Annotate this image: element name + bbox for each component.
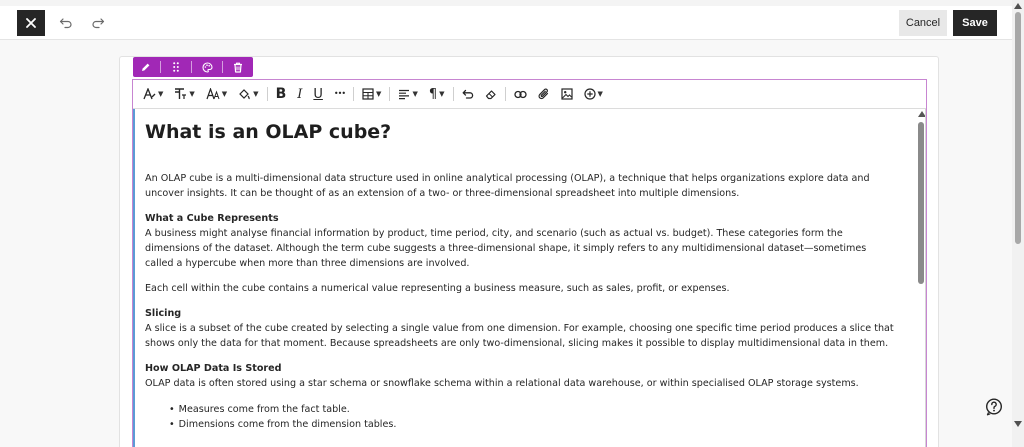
page-scrollbar[interactable] xyxy=(1012,0,1024,447)
text-style-dropdown[interactable]: ▼ xyxy=(139,83,167,105)
section-paragraph: OLAP data is often stored using a star s… xyxy=(145,378,859,389)
eraser-icon xyxy=(485,89,496,99)
undo-button[interactable] xyxy=(56,13,76,33)
editor-scrollbar[interactable] xyxy=(916,109,925,447)
toolbar-divider xyxy=(389,87,391,101)
rich-text-editor: ▼ ▼ ▼ ▼ B I U ••• ▼ ▼ ¶ ▼ ▼ What is an O… xyxy=(132,79,927,447)
scroll-up-arrow-icon[interactable] xyxy=(1014,3,1022,9)
chevron-down-icon: ▼ xyxy=(439,90,445,98)
highlight-icon xyxy=(239,89,250,100)
intro-paragraph: An OLAP cube is a multi-dimensional data… xyxy=(145,173,870,199)
italic-button[interactable]: I xyxy=(293,83,306,105)
delete-block-button[interactable] xyxy=(226,57,250,77)
chevron-down-icon: ▼ xyxy=(221,90,228,98)
highlight-dropdown[interactable]: ▼ xyxy=(234,83,262,105)
scroll-down-arrow-icon[interactable] xyxy=(1014,421,1022,427)
drag-handle-icon xyxy=(173,62,179,72)
section-heading: What a Cube Represents xyxy=(145,213,279,224)
redo-button[interactable] xyxy=(88,13,108,33)
text-color-icon xyxy=(206,88,220,100)
font-size-icon xyxy=(175,88,187,99)
toolbar-divider xyxy=(191,61,192,73)
chevron-down-icon: ▼ xyxy=(253,90,259,98)
cancel-button[interactable]: Cancel xyxy=(899,10,947,36)
page-scrollbar-thumb[interactable] xyxy=(1015,12,1021,244)
bold-button[interactable]: B xyxy=(272,83,291,105)
help-button[interactable] xyxy=(984,397,1004,417)
underline-button[interactable]: U xyxy=(309,83,327,105)
chevron-down-icon: ▼ xyxy=(376,90,382,98)
clear-format-button[interactable] xyxy=(481,83,501,105)
scroll-up-arrow-icon[interactable] xyxy=(918,111,925,117)
editor-scrollbar-thumb[interactable] xyxy=(918,122,924,284)
close-button[interactable] xyxy=(17,10,45,36)
toolbar-divider xyxy=(160,61,161,73)
insert-plus-icon xyxy=(583,88,596,100)
editor-top-bar: Cancel Save xyxy=(0,0,1012,40)
font-size-dropdown[interactable]: ▼ xyxy=(170,83,198,105)
bold-icon: B xyxy=(275,86,287,102)
toolbar-divider xyxy=(504,87,506,101)
chevron-down-icon: ▼ xyxy=(158,90,164,98)
document-title: What is an OLAP cube? xyxy=(145,121,392,143)
section-heading: How OLAP Data Is Stored xyxy=(145,363,282,374)
bullet-list: Measures come from the fact table. Dimen… xyxy=(169,402,896,432)
document-content-area[interactable]: What is an OLAP cube? An OLAP cube is a … xyxy=(133,109,926,447)
table-icon xyxy=(362,88,374,100)
document-body: What is an OLAP cube? An OLAP cube is a … xyxy=(135,109,910,432)
insert-content-dropdown[interactable]: ▼ xyxy=(580,83,607,105)
chevron-down-icon: ▼ xyxy=(189,90,195,98)
insert-image-button[interactable] xyxy=(557,83,577,105)
list-item: Dimensions come from the dimension table… xyxy=(169,417,896,432)
palette-icon xyxy=(201,61,213,73)
table-dropdown[interactable]: ▼ xyxy=(358,83,385,105)
align-dropdown[interactable]: ▼ xyxy=(394,83,421,105)
list-item: Measures come from the fact table. xyxy=(169,402,896,417)
toolbar-divider xyxy=(222,61,223,73)
align-icon xyxy=(399,89,410,99)
close-icon xyxy=(26,18,36,28)
toolbar-divider xyxy=(353,87,355,101)
chevron-down-icon: ▼ xyxy=(412,90,418,98)
link-button[interactable] xyxy=(510,83,531,105)
drag-block-handle[interactable] xyxy=(164,57,188,77)
italic-icon: I xyxy=(297,86,303,102)
link-icon xyxy=(513,90,527,98)
section-paragraph: A slice is a subset of the cube created … xyxy=(145,323,894,349)
pencil-icon xyxy=(141,63,149,71)
text-style-icon xyxy=(143,88,156,100)
chevron-down-icon: ▼ xyxy=(597,90,603,98)
block-toolbar xyxy=(133,57,253,77)
image-icon xyxy=(560,88,573,100)
trash-icon xyxy=(234,62,242,73)
toolbar-divider xyxy=(266,87,268,101)
attachment-icon xyxy=(538,88,548,100)
underline-icon: U xyxy=(313,86,323,102)
save-button[interactable]: Save xyxy=(953,10,997,36)
undo-format-button[interactable] xyxy=(458,83,478,105)
section-paragraph: Each cell within the cube contains a num… xyxy=(145,283,730,294)
undo-icon xyxy=(59,18,72,29)
more-formatting-button[interactable]: ••• xyxy=(330,83,349,105)
section-paragraph: A business might analyse financial infor… xyxy=(145,228,867,269)
toolbar-divider xyxy=(452,87,454,101)
text-color-dropdown[interactable]: ▼ xyxy=(202,83,231,105)
redo-icon xyxy=(92,18,105,29)
edit-block-button[interactable] xyxy=(133,57,157,77)
paragraph-dropdown[interactable]: ¶ ▼ xyxy=(425,83,449,105)
more-icon: ••• xyxy=(333,89,346,98)
block-style-button[interactable] xyxy=(195,57,219,77)
undo-format-icon xyxy=(462,89,473,99)
format-toolbar: ▼ ▼ ▼ ▼ B I U ••• ▼ ▼ ¶ ▼ ▼ xyxy=(133,80,926,109)
help-icon xyxy=(985,398,1003,416)
section-heading: Slicing xyxy=(145,308,182,319)
paragraph-icon: ¶ xyxy=(428,86,438,102)
attachment-button[interactable] xyxy=(534,83,554,105)
